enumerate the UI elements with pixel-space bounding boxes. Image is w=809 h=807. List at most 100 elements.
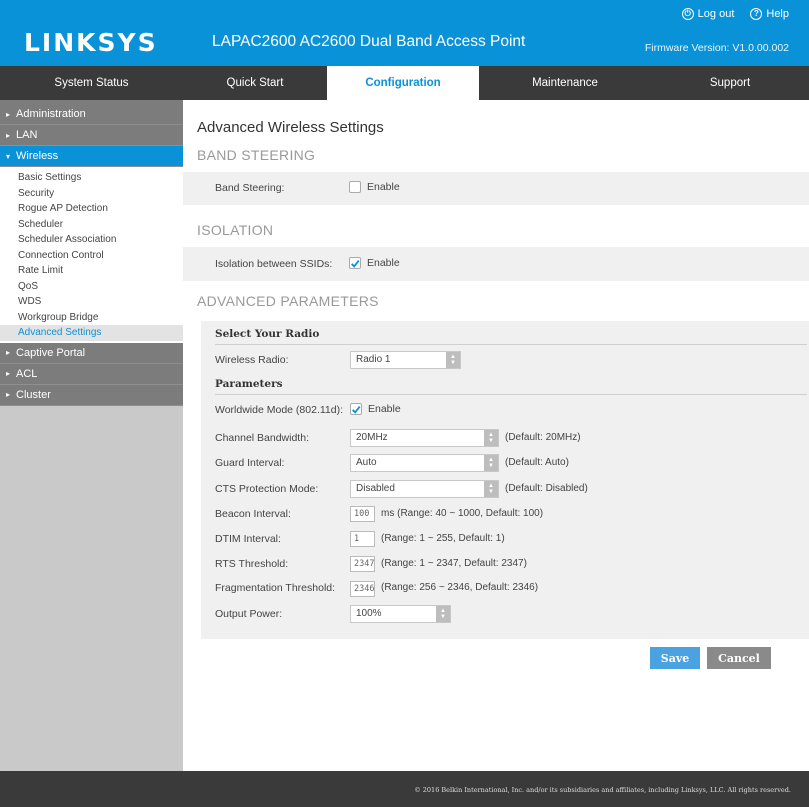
channel-bandwidth-label: Channel Bandwidth:: [215, 432, 309, 444]
sidebar-cat-label: ACL: [16, 367, 38, 380]
dtim-interval-label: DTIM Interval:: [215, 533, 281, 545]
linksys-logo: LINKSYS: [24, 28, 158, 57]
logout-label: Log out: [697, 8, 735, 20]
isolation-checkbox[interactable]: [349, 257, 361, 269]
help-icon: ?: [750, 8, 763, 20]
tab-system-status[interactable]: System Status: [0, 66, 183, 100]
divider: [215, 344, 807, 345]
channel-bandwidth-select[interactable]: 20MHz ▲ ▼: [350, 429, 499, 447]
header-links: ⏻ Log out ? Help: [681, 8, 789, 20]
sidebar-item-workgroup-bridge[interactable]: Workgroup Bridge: [0, 310, 183, 326]
select-arrows-icon: ▲ ▼: [484, 430, 498, 446]
cts-protection-note: (Default: Disabled): [505, 483, 588, 494]
worldwide-mode-control: Enable: [350, 403, 401, 415]
save-button[interactable]: Save: [650, 647, 700, 669]
rts-threshold-note: (Range: 1 ~ 2347, Default: 2347): [381, 558, 527, 569]
page-title: Advanced Wireless Settings: [197, 119, 384, 136]
header: LINKSYS LAPAC2600 AC2600 Dual Band Acces…: [0, 0, 809, 66]
caret-right-icon: ▸: [6, 369, 11, 378]
cts-protection-value: Disabled: [356, 483, 395, 494]
band-steering-enable-label: Enable: [367, 181, 400, 193]
band-steering-control: Enable: [349, 181, 400, 193]
sidebar-cat-label: Cluster: [16, 388, 51, 401]
caret-right-icon: ▸: [6, 390, 11, 399]
caret-down-icon: ▾: [6, 151, 11, 161]
copyright-text: © 2016 Belkin International, Inc. and/or…: [414, 786, 791, 794]
help-label: Help: [766, 8, 789, 20]
band-steering-checkbox[interactable]: [349, 181, 361, 193]
dtim-interval-input[interactable]: 1: [350, 531, 375, 547]
channel-bandwidth-note: (Default: 20MHz): [505, 432, 581, 443]
sidebar-cat-lan[interactable]: ▸ LAN: [0, 125, 183, 146]
tab-quick-start[interactable]: Quick Start: [183, 66, 327, 100]
caret-right-icon: ▸: [6, 130, 11, 140]
firmware-version: Firmware Version: V1.0.00.002: [644, 42, 789, 54]
sidebar-item-rogue-ap[interactable]: Rogue AP Detection: [0, 201, 183, 217]
sidebar-cat-acl[interactable]: ▸ ACL: [0, 363, 183, 385]
wireless-radio-select[interactable]: Radio 1 ▲ ▼: [350, 351, 461, 369]
output-power-select[interactable]: 100% ▲ ▼: [350, 605, 451, 623]
wireless-submenu: Basic Settings Security Rogue AP Detecti…: [0, 167, 183, 343]
guard-interval-label: Guard Interval:: [215, 457, 285, 469]
sidebar-item-basic-settings[interactable]: Basic Settings: [0, 170, 183, 186]
tab-configuration[interactable]: Configuration: [327, 66, 479, 100]
sidebar-item-advanced-settings[interactable]: Advanced Settings: [0, 325, 183, 341]
worldwide-enable-label: Enable: [368, 403, 401, 415]
caret-right-icon: ▸: [6, 348, 11, 357]
fragmentation-threshold-input[interactable]: 2346: [350, 581, 375, 597]
channel-bandwidth-value: 20MHz: [356, 432, 388, 443]
sidebar-cat-label: Administration: [16, 108, 86, 120]
advanced-panel: Select Your Radio Wireless Radio: Radio …: [201, 321, 809, 639]
band-steering-row: Band Steering: Enable: [183, 172, 809, 205]
wireless-radio-label: Wireless Radio:: [215, 354, 289, 366]
sidebar-cat-label: Captive Portal: [16, 346, 86, 359]
beacon-interval-input[interactable]: 100: [350, 506, 375, 522]
isolation-control: Enable: [349, 257, 400, 269]
parameters-heading: Parameters: [215, 378, 283, 390]
cancel-button[interactable]: Cancel: [707, 647, 771, 669]
sidebar-cat-wireless[interactable]: ▾ Wireless: [0, 146, 183, 167]
sidebar-item-qos[interactable]: QoS: [0, 279, 183, 295]
sidebar-item-scheduler-association[interactable]: Scheduler Association: [0, 232, 183, 248]
select-arrows-icon: ▲ ▼: [484, 481, 498, 497]
divider: [215, 394, 807, 395]
wireless-radio-value: Radio 1: [356, 354, 391, 365]
tab-support[interactable]: Support: [651, 66, 809, 100]
worldwide-mode-label: Worldwide Mode (802.11d):: [215, 404, 344, 416]
sidebar-cat-label: LAN: [16, 129, 38, 141]
worldwide-mode-checkbox[interactable]: [350, 403, 362, 415]
help-link[interactable]: ? Help: [750, 8, 789, 20]
output-power-label: Output Power:: [215, 608, 283, 620]
cts-protection-label: CTS Protection Mode:: [215, 483, 319, 495]
band-steering-label: Band Steering:: [215, 182, 285, 194]
checkmark-icon: [352, 405, 361, 414]
sidebar-item-scheduler[interactable]: Scheduler: [0, 217, 183, 233]
isolation-enable-label: Enable: [367, 257, 400, 269]
select-arrows-icon: ▲ ▼: [484, 455, 498, 471]
select-arrows-icon: ▲ ▼: [446, 352, 460, 368]
guard-interval-select[interactable]: Auto ▲ ▼: [350, 454, 499, 472]
sidebar-cat-cluster[interactable]: ▸ Cluster: [0, 384, 183, 406]
isolation-label: Isolation between SSIDs:: [215, 258, 333, 270]
logout-link[interactable]: ⏻ Log out: [681, 8, 735, 20]
sidebar-cat-captive-portal[interactable]: ▸ Captive Portal: [0, 342, 183, 364]
footer: © 2016 Belkin International, Inc. and/or…: [0, 771, 809, 807]
sidebar-item-wds[interactable]: WDS: [0, 294, 183, 310]
power-icon: ⏻: [681, 8, 694, 20]
fragmentation-threshold-label: Fragmentation Threshold:: [215, 582, 336, 594]
rts-threshold-input[interactable]: 2347: [350, 556, 375, 572]
guard-interval-note: (Default: Auto): [505, 457, 569, 468]
fragmentation-threshold-note: (Range: 256 ~ 2346, Default: 2346): [381, 582, 539, 593]
tab-maintenance[interactable]: Maintenance: [479, 66, 651, 100]
beacon-interval-note: ms (Range: 40 ~ 1000, Default: 100): [381, 508, 544, 519]
isolation-heading: ISOLATION: [197, 222, 274, 238]
guard-interval-value: Auto: [356, 457, 377, 468]
product-name: LAPAC2600 AC2600 Dual Band Access Point: [212, 33, 526, 50]
sidebar-cat-administration[interactable]: ▸ Administration: [0, 104, 183, 125]
sidebar-item-connection-control[interactable]: Connection Control: [0, 248, 183, 264]
checkmark-icon: [351, 259, 360, 268]
caret-right-icon: ▸: [6, 109, 11, 119]
sidebar-item-rate-limit[interactable]: Rate Limit: [0, 263, 183, 279]
sidebar-item-security[interactable]: Security: [0, 186, 183, 202]
cts-protection-select[interactable]: Disabled ▲ ▼: [350, 480, 499, 498]
